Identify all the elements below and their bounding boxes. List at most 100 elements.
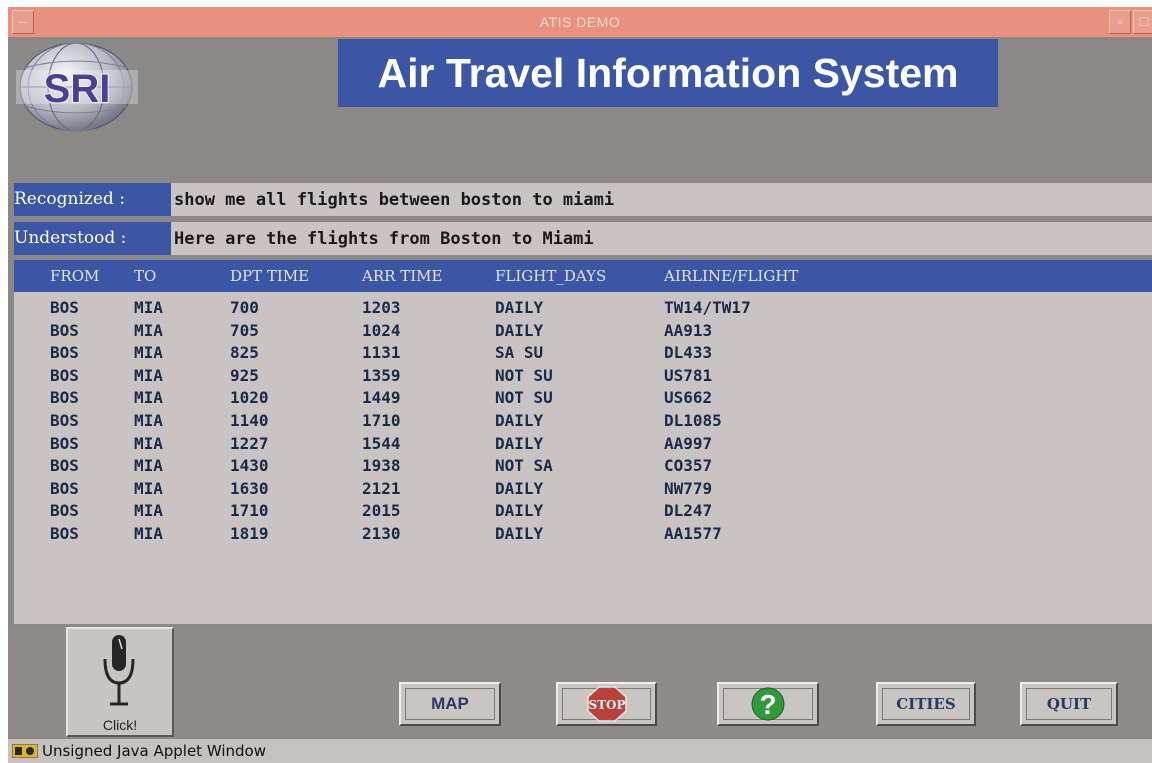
cell-flight-days: NOT SU <box>495 388 553 408</box>
cell-dpt-time: 825 <box>230 343 259 363</box>
window-title: ATIS DEMO <box>539 14 621 30</box>
cell-from: BOS <box>50 320 79 340</box>
column-header-arr-time: ARR TIME <box>362 267 443 285</box>
maximize-button[interactable]: □ <box>1133 10 1152 34</box>
cell-from: BOS <box>50 343 79 363</box>
flight-table-header: FROM TO DPT TIME ARR TIME FLIGHT_DAYS AI… <box>14 260 1152 292</box>
table-row: BOS MIA 705 1024 DAILY AA913 <box>14 319 1152 342</box>
sri-globe-icon: SRI <box>16 42 138 132</box>
cell-dpt-time: 1710 <box>230 501 269 521</box>
table-row: BOS MIA 1020 1449 NOT SU US662 <box>14 386 1152 409</box>
help-question-icon: ? <box>751 687 785 721</box>
recognized-row: Recognized : show me all flights between… <box>14 183 1152 216</box>
table-row: BOS MIA 1430 1938 NOT SA CO357 <box>14 454 1152 477</box>
cell-flight-days: DAILY <box>495 298 544 317</box>
cell-dpt-time: 925 <box>230 365 259 385</box>
cell-from: BOS <box>50 501 79 521</box>
understood-text: Here are the flights from Boston to Miam… <box>174 229 594 249</box>
stop-button[interactable]: STOP <box>556 682 657 726</box>
cell-to: MIA <box>134 524 163 543</box>
cell-to: MIA <box>134 501 163 521</box>
cell-airline-flight: DL247 <box>664 501 713 521</box>
stop-sign-icon: STOP <box>586 686 627 722</box>
cell-arr-time: 1131 <box>362 343 401 363</box>
cell-airline-flight: AA997 <box>664 433 713 453</box>
cell-arr-time: 2130 <box>362 524 401 543</box>
cell-arr-time: 1449 <box>362 388 401 408</box>
cell-to: MIA <box>134 343 163 363</box>
cell-arr-time: 1938 <box>362 456 401 476</box>
cell-airline-flight: US781 <box>664 365 713 385</box>
recognized-text: show me all flights between boston to mi… <box>174 190 615 210</box>
cell-to: MIA <box>134 320 163 340</box>
help-button[interactable]: ? <box>717 682 819 726</box>
cell-arr-time: 1359 <box>362 365 401 385</box>
cell-dpt-time: 700 <box>230 298 259 317</box>
table-row: BOS MIA 925 1359 NOT SU US781 <box>14 364 1152 387</box>
cell-airline-flight: DL433 <box>664 343 713 363</box>
microphone-button-label: Click! <box>102 717 138 733</box>
table-row: BOS MIA 825 1131 SA SU DL433 <box>14 341 1152 364</box>
cell-airline-flight: TW14/TW17 <box>664 298 751 317</box>
table-row: BOS MIA 1140 1710 DAILY DL1085 <box>14 409 1152 432</box>
help-button-label: ? <box>759 689 776 720</box>
understood-label: Understood : <box>14 222 171 255</box>
cell-to: MIA <box>134 298 163 317</box>
title-bar[interactable]: – ATIS DEMO ▫ □ <box>8 7 1152 37</box>
cell-dpt-time: 705 <box>230 320 259 340</box>
sri-logo-text: SRI <box>44 67 111 111</box>
cities-button[interactable]: CITIES <box>876 682 976 726</box>
cell-airline-flight: US662 <box>664 388 713 408</box>
cell-flight-days: DAILY <box>495 478 544 498</box>
java-applet-icon <box>12 744 38 758</box>
applet-window: – ATIS DEMO ▫ □ SRI Air Travel Informati… <box>8 7 1152 763</box>
status-bar: Unsigned Java Applet Window <box>8 739 1152 763</box>
microphone-button[interactable]: Click! <box>66 627 174 737</box>
column-header-from: FROM <box>50 267 100 285</box>
cell-airline-flight: CO357 <box>664 456 713 476</box>
status-text: Unsigned Java Applet Window <box>42 742 266 760</box>
cell-flight-days: SA SU <box>495 343 544 363</box>
cell-arr-time: 1024 <box>362 320 401 340</box>
cell-dpt-time: 1819 <box>230 524 269 543</box>
recognized-label: Recognized : <box>14 183 171 216</box>
cell-from: BOS <box>50 298 79 317</box>
cell-airline-flight: AA913 <box>664 320 713 340</box>
cell-from: BOS <box>50 524 79 543</box>
flight-table: FROM TO DPT TIME ARR TIME FLIGHT_DAYS AI… <box>14 260 1152 624</box>
cities-button-label: CITIES <box>896 695 956 713</box>
cell-from: BOS <box>50 456 79 476</box>
column-header-airline-flight: AIRLINE/FLIGHT <box>664 267 799 285</box>
cell-from: BOS <box>50 388 79 408</box>
cell-airline-flight: AA1577 <box>664 524 722 543</box>
table-row: BOS MIA 1819 2130 DAILY AA1577 <box>14 522 1152 545</box>
cell-dpt-time: 1140 <box>230 411 269 430</box>
cell-dpt-time: 1227 <box>230 433 269 453</box>
cell-flight-days: DAILY <box>495 501 544 521</box>
map-button[interactable]: MAP <box>399 682 501 726</box>
understood-row: Understood : Here are the flights from B… <box>14 222 1152 255</box>
cell-to: MIA <box>134 388 163 408</box>
microphone-icon <box>103 635 135 706</box>
cell-from: BOS <box>50 433 79 453</box>
table-row: BOS MIA 1630 2121 DAILY NW779 <box>14 477 1152 500</box>
cell-arr-time: 1544 <box>362 433 401 453</box>
cell-flight-days: DAILY <box>495 524 544 543</box>
cell-arr-time: 1710 <box>362 411 401 430</box>
table-row: BOS MIA 1227 1544 DAILY AA997 <box>14 432 1152 455</box>
stop-button-label: STOP <box>588 698 625 712</box>
cell-from: BOS <box>50 411 79 430</box>
cell-airline-flight: NW779 <box>664 478 713 498</box>
cell-dpt-time: 1430 <box>230 456 269 476</box>
quit-button[interactable]: QUIT <box>1020 682 1118 726</box>
minimize-button[interactable]: ▫ <box>1109 10 1131 34</box>
cell-flight-days: NOT SU <box>495 365 553 385</box>
quit-button-label: QUIT <box>1046 695 1092 713</box>
cell-to: MIA <box>134 478 163 498</box>
cell-dpt-time: 1630 <box>230 478 269 498</box>
cell-to: MIA <box>134 456 163 476</box>
table-row: BOS MIA 700 1203 DAILY TW14/TW17 <box>14 296 1152 319</box>
cell-dpt-time: 1020 <box>230 388 269 408</box>
cell-flight-days: DAILY <box>495 411 544 430</box>
cell-arr-time: 2015 <box>362 501 401 521</box>
